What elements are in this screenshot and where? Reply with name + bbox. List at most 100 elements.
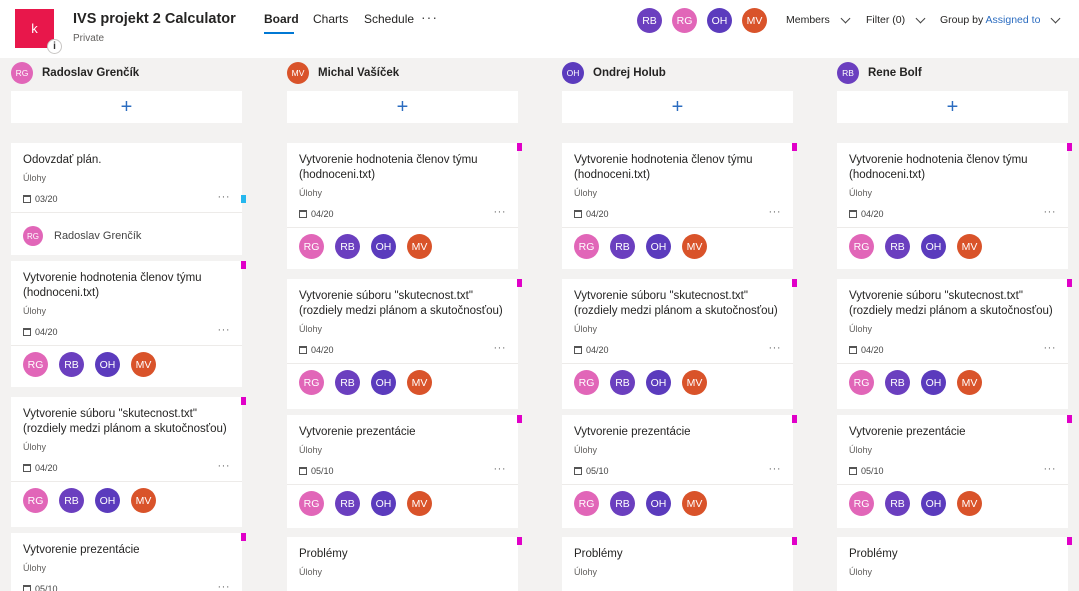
- card-more-icon[interactable]: ···: [1044, 463, 1057, 475]
- task-card[interactable]: Odovzdať plán. Úlohy 03/20 ··· RG Radoslav Gr…: [11, 143, 246, 255]
- assignee-avatar[interactable]: OH: [646, 491, 671, 516]
- assignee-avatar[interactable]: RG: [299, 491, 324, 516]
- assignee-avatar[interactable]: RB: [335, 491, 360, 516]
- add-task-button[interactable]: +: [562, 91, 793, 123]
- assignee-avatar[interactable]: RG: [574, 234, 599, 259]
- task-title: Vytvorenie súboru "skutecnost.txt" (rozd…: [849, 290, 1053, 317]
- assignee-avatar[interactable]: MV: [682, 370, 707, 395]
- card-more-icon[interactable]: ···: [769, 206, 782, 218]
- assignee-avatar[interactable]: OH: [921, 491, 946, 516]
- label-flag: [517, 143, 522, 151]
- member-avatar-rg[interactable]: RG: [672, 8, 697, 33]
- task-card[interactable]: Vytvorenie súboru "skutecnost.txt" (rozd…: [11, 397, 246, 527]
- task-card[interactable]: Vytvorenie súboru "skutecnost.txt" (rozd…: [837, 279, 1072, 409]
- card-more-icon[interactable]: ···: [1044, 206, 1057, 218]
- task-card[interactable]: Problémy Úlohy: [837, 537, 1072, 591]
- assignee-avatar[interactable]: OH: [921, 234, 946, 259]
- assignee-avatar[interactable]: RB: [59, 488, 84, 513]
- assignee-avatars: RG RB OH MV: [23, 352, 156, 377]
- due-date: 04/20: [574, 209, 609, 219]
- task-card[interactable]: Vytvorenie súboru "skutecnost.txt" (rozd…: [562, 279, 797, 409]
- add-task-button[interactable]: +: [837, 91, 1068, 123]
- assignee-avatar[interactable]: OH: [95, 352, 120, 377]
- assignee-avatar[interactable]: RB: [59, 352, 84, 377]
- task-card[interactable]: Problémy Úlohy: [562, 537, 797, 591]
- card-more-icon[interactable]: ···: [769, 342, 782, 354]
- task-card[interactable]: Vytvorenie hodnotenia členov týmu (hodno…: [837, 143, 1072, 269]
- task-card[interactable]: Vytvorenie prezentácie Úlohy 05/10 ··· RG RB O…: [287, 415, 522, 528]
- assignee-avatar[interactable]: MV: [407, 370, 432, 395]
- tab-board[interactable]: Board: [264, 12, 299, 26]
- add-task-button[interactable]: +: [287, 91, 518, 123]
- task-card[interactable]: Vytvorenie prezentácie Úlohy 05/10 ···: [11, 533, 246, 591]
- chevron-down-icon: [840, 13, 851, 23]
- members-dropdown[interactable]: Members: [786, 13, 851, 26]
- assignee-avatar[interactable]: RG: [23, 488, 48, 513]
- assignee-avatar[interactable]: MV: [682, 234, 707, 259]
- task-card[interactable]: Vytvorenie prezentácie Úlohy 05/10 ··· RG RB O…: [837, 415, 1072, 528]
- card-more-icon[interactable]: ···: [218, 324, 231, 336]
- assignee-avatar[interactable]: RG: [849, 491, 874, 516]
- card-more-icon[interactable]: ···: [218, 581, 231, 591]
- assignee-avatar[interactable]: RB: [335, 370, 360, 395]
- group-by-label: Group by: [940, 14, 984, 26]
- card-more-icon[interactable]: ···: [494, 206, 507, 218]
- group-by-dropdown[interactable]: Group by Assigned to: [940, 13, 1061, 26]
- assignee-avatar[interactable]: RG: [574, 370, 599, 395]
- assignee-avatar[interactable]: RG: [299, 370, 324, 395]
- task-card[interactable]: Vytvorenie prezentácie Úlohy 05/10 ··· RG RB O…: [562, 415, 797, 528]
- task-card[interactable]: Vytvorenie hodnotenia členov týmu (hodno…: [562, 143, 797, 269]
- filter-dropdown[interactable]: Filter (0): [866, 13, 926, 26]
- assignee-avatar[interactable]: MV: [957, 491, 982, 516]
- card-more-icon[interactable]: ···: [218, 191, 231, 203]
- card-more-icon[interactable]: ···: [494, 342, 507, 354]
- task-card[interactable]: Vytvorenie hodnotenia členov týmu (hodno…: [11, 261, 246, 387]
- assignee-avatar[interactable]: RG: [849, 370, 874, 395]
- assignee-avatar[interactable]: OH: [95, 488, 120, 513]
- avatar: OH: [562, 62, 584, 84]
- assignee-avatar[interactable]: OH: [921, 370, 946, 395]
- assignee-avatar[interactable]: MV: [131, 488, 156, 513]
- card-more-icon[interactable]: ···: [769, 463, 782, 475]
- assignee-avatar[interactable]: RB: [885, 370, 910, 395]
- member-avatar-rb[interactable]: RB: [637, 8, 662, 33]
- card-more-icon[interactable]: ···: [1044, 342, 1057, 354]
- task-card[interactable]: Vytvorenie súboru "skutecnost.txt" (rozd…: [287, 279, 522, 409]
- assignee-avatar[interactable]: MV: [407, 234, 432, 259]
- assignee-avatar[interactable]: OH: [371, 234, 396, 259]
- assignee-avatar[interactable]: OH: [371, 491, 396, 516]
- assignee-avatar[interactable]: RB: [335, 234, 360, 259]
- assignee-avatar[interactable]: OH: [371, 370, 396, 395]
- assignee-avatar[interactable]: MV: [407, 491, 432, 516]
- assignee-row[interactable]: RG Radoslav Grenčík: [23, 226, 141, 246]
- card-more-icon[interactable]: ···: [218, 460, 231, 472]
- tab-charts[interactable]: Charts: [313, 12, 348, 26]
- assignee-avatar[interactable]: RB: [610, 370, 635, 395]
- bucket-label: Úlohy: [299, 567, 323, 577]
- assignee-avatar[interactable]: MV: [957, 370, 982, 395]
- info-icon[interactable]: i: [47, 39, 62, 54]
- label-flag: [1067, 279, 1072, 287]
- assignee-avatar[interactable]: RB: [610, 234, 635, 259]
- assignee-avatar[interactable]: RB: [610, 491, 635, 516]
- task-card[interactable]: Problémy Úlohy: [287, 537, 522, 591]
- tab-schedule[interactable]: Schedule: [364, 12, 414, 26]
- label-flag: [792, 537, 797, 545]
- add-task-button[interactable]: +: [11, 91, 242, 123]
- task-card[interactable]: Vytvorenie hodnotenia členov týmu (hodno…: [287, 143, 522, 269]
- member-avatar-mv[interactable]: MV: [742, 8, 767, 33]
- more-options-icon[interactable]: ···: [421, 9, 438, 25]
- assignee-avatar[interactable]: MV: [131, 352, 156, 377]
- assignee-avatar[interactable]: MV: [957, 234, 982, 259]
- assignee-avatar[interactable]: RB: [885, 491, 910, 516]
- assignee-avatar[interactable]: OH: [646, 234, 671, 259]
- assignee-avatar[interactable]: RG: [23, 352, 48, 377]
- assignee-avatar[interactable]: RB: [885, 234, 910, 259]
- assignee-avatar[interactable]: MV: [682, 491, 707, 516]
- assignee-avatar[interactable]: RG: [299, 234, 324, 259]
- card-more-icon[interactable]: ···: [494, 463, 507, 475]
- assignee-avatar[interactable]: OH: [646, 370, 671, 395]
- assignee-avatar[interactable]: RG: [574, 491, 599, 516]
- assignee-avatar[interactable]: RG: [849, 234, 874, 259]
- member-avatar-oh[interactable]: OH: [707, 8, 732, 33]
